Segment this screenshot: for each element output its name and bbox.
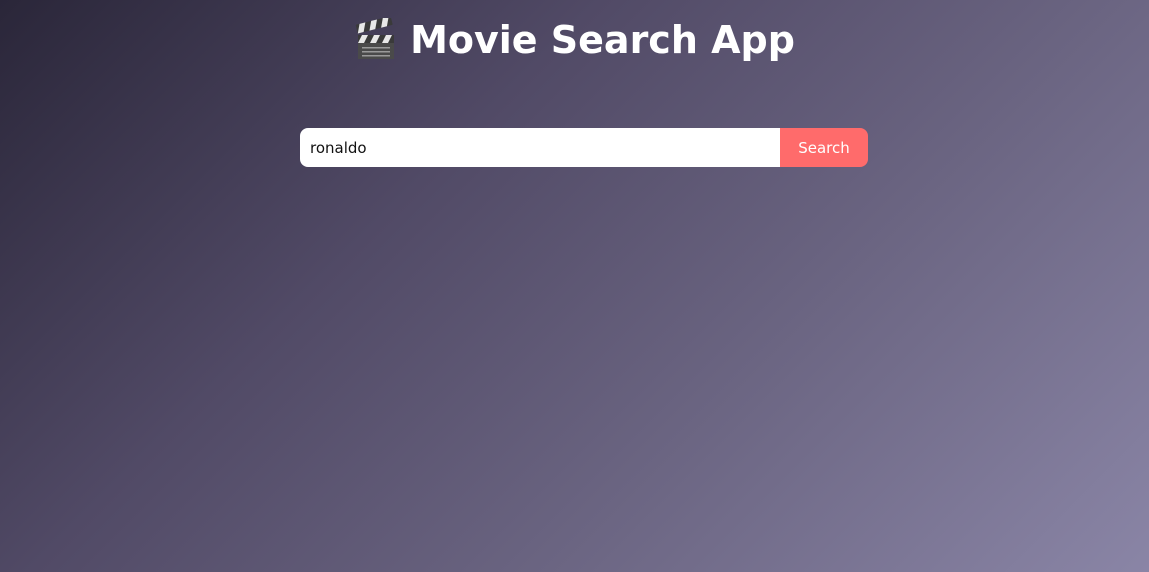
search-form: Search [300, 128, 868, 167]
movie-search-app: Movie Search App Search [0, 0, 1149, 572]
app-header: Movie Search App [0, 14, 1149, 66]
page-title-text: Movie Search App [410, 18, 795, 62]
page-title: Movie Search App [354, 14, 795, 66]
search-input[interactable] [300, 128, 780, 167]
clapperboard-icon [354, 16, 398, 62]
search-button[interactable]: Search [780, 128, 868, 167]
